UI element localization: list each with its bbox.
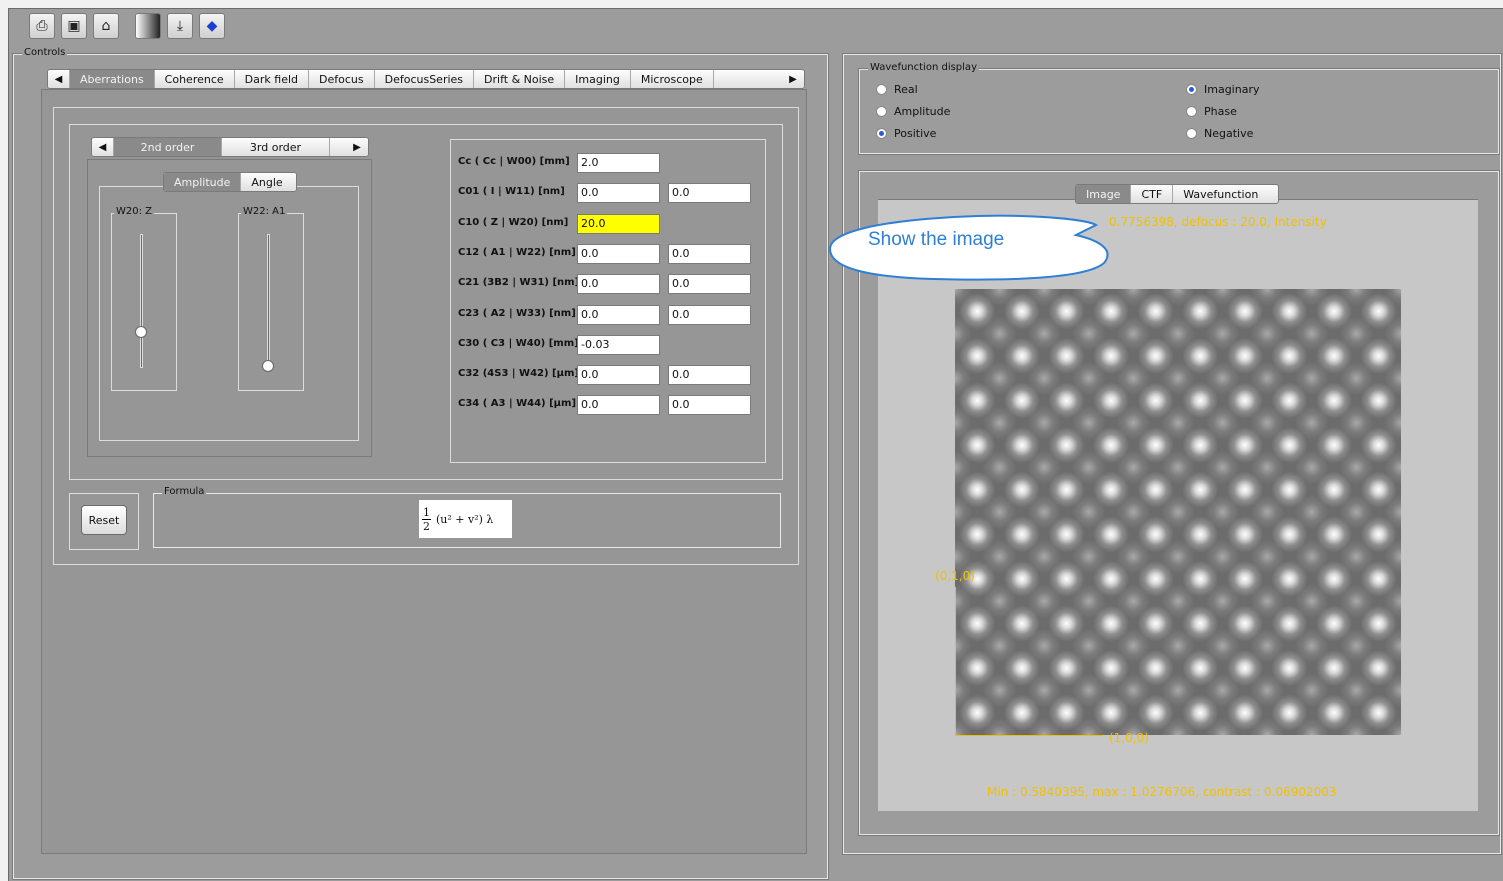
param-field[interactable]: 2.0: [577, 153, 660, 173]
param-label: C10 ( Z | W20) [nm]: [458, 216, 569, 228]
order-left-button[interactable]: ◀: [92, 138, 114, 156]
wavefunction-group: Wavefunction display: [858, 62, 1500, 155]
slider-w20-label: W20: Z: [114, 206, 155, 217]
y-axis-line: [955, 587, 956, 735]
param-field-secondary[interactable]: 0.0: [668, 243, 751, 264]
param-field-secondary[interactable]: 0.0: [668, 395, 751, 416]
slider-w22-label: W22: A1: [241, 206, 288, 217]
param-field[interactable]: 0.0: [577, 243, 660, 264]
param-field[interactable]: 0.0: [577, 395, 660, 416]
param-field[interactable]: -0.03: [577, 334, 660, 355]
tab-imaging[interactable]: Imaging: [565, 70, 631, 88]
tab-image[interactable]: Image: [1076, 185, 1132, 203]
slider-w20-box: W20: Z: [111, 206, 177, 391]
controls-tabs: ◀ Aberrations Coherence Dark field Defoc…: [47, 69, 805, 89]
wavefunction-label: Wavefunction display: [868, 62, 979, 73]
tab-scroll-left-button[interactable]: ◀: [48, 70, 70, 88]
radio-positive-dot: [876, 128, 887, 139]
controls-label: Controls: [22, 47, 68, 58]
radio-negative-dot: [1186, 128, 1197, 139]
slider-w20-track: [140, 234, 143, 368]
tab-ctf[interactable]: CTF: [1131, 185, 1174, 203]
tab-3rd-order[interactable]: 3rd order: [222, 138, 330, 156]
param-field-secondary[interactable]: 0.0: [668, 365, 751, 386]
tab-aberrations[interactable]: Aberrations: [70, 70, 155, 88]
tab-amplitude[interactable]: Amplitude: [164, 173, 242, 191]
radio-phase[interactable]: Phase: [1186, 105, 1237, 118]
folder-open-icon[interactable]: ⌂: [93, 13, 119, 39]
param-field[interactable]: 0.0: [577, 304, 660, 325]
formula-denominator: 2: [423, 519, 430, 533]
image-stats-text: Min : 0.5840395, max : 1.0276706, contra…: [987, 785, 1337, 799]
param-field-secondary[interactable]: 0.0: [668, 274, 751, 295]
param-field[interactable]: 0.0: [577, 365, 660, 386]
radio-amplitude[interactable]: Amplitude: [876, 105, 950, 118]
tab-drift-noise[interactable]: Drift & Noise: [474, 70, 566, 88]
export-icon[interactable]: ⤓: [167, 13, 193, 39]
param-label: C34 ( A3 | W44) [µm]: [458, 398, 577, 410]
y-axis-label: (0,1,0): [935, 569, 975, 583]
radio-real[interactable]: Real: [876, 83, 918, 96]
image-header-text: 0.7756398, defocus : 20.0, Intensity: [1109, 215, 1327, 229]
radio-negative-label: Negative: [1204, 127, 1254, 140]
radio-negative[interactable]: Negative: [1186, 127, 1253, 140]
toolbar: ⎙ ▣ ⌂ ⤓ ◆: [29, 11, 225, 41]
param-field[interactable]: 0.0: [577, 183, 660, 204]
slider-w22-box: W22: A1: [238, 206, 304, 391]
radio-imaginary-dot: [1186, 84, 1197, 95]
reset-button[interactable]: Reset: [81, 505, 127, 535]
tab-scroll-right-button[interactable]: ▶: [782, 70, 804, 88]
printer-icon[interactable]: ⎙: [29, 13, 55, 39]
param-label: C30 ( C3 | W40) [mm]: [458, 337, 579, 349]
param-field[interactable]: 0.0: [577, 274, 660, 295]
tab-coherence[interactable]: Coherence: [155, 70, 235, 88]
param-label: C12 ( A1 | W22) [nm]: [458, 246, 576, 258]
simulated-image: [955, 289, 1401, 735]
formula-numerator: 1: [423, 505, 430, 519]
app-window: ⎙ ▣ ⌂ ⤓ ◆ Controls ◀ Aberrations Coheren…: [8, 8, 1503, 881]
tab-defocus[interactable]: Defocus: [309, 70, 375, 88]
param-field-secondary[interactable]: 0.0: [668, 183, 751, 204]
order-right-button[interactable]: ▶: [346, 138, 368, 156]
param-label: Cc ( Cc | W00) [mm]: [458, 156, 570, 167]
radio-amplitude-label: Amplitude: [894, 105, 951, 118]
tab-microscope[interactable]: Microscope: [631, 70, 714, 88]
tab-defocus-series[interactable]: DefocusSeries: [375, 70, 475, 88]
tab-2nd-order[interactable]: 2nd order: [114, 138, 222, 156]
param-label: C23 ( A2 | W33) [nm]: [458, 307, 576, 319]
slider-w22-track: [267, 234, 270, 368]
slider-w20-handle[interactable]: [135, 326, 147, 338]
radio-imaginary-label: Imaginary: [1204, 83, 1260, 96]
param-label: C01 ( I | W11) [nm]: [458, 186, 565, 198]
radio-amplitude-dot: [876, 106, 887, 117]
radio-phase-dot: [1186, 106, 1197, 117]
slider-w22-handle[interactable]: [262, 360, 274, 372]
radio-positive-label: Positive: [894, 127, 937, 140]
param-label: C21 (3B2 | W31) [nm]: [458, 277, 580, 289]
tab-dark-field[interactable]: Dark field: [235, 70, 310, 88]
param-field-secondary[interactable]: 0.0: [668, 304, 751, 325]
book-icon[interactable]: ◆: [199, 13, 225, 39]
mode-tabs: Amplitude Angle: [163, 172, 297, 192]
param-label: C32 (4S3 | W42) [µm]: [458, 368, 579, 380]
radio-real-dot: [876, 84, 887, 95]
formula-body: (u² + v²) λ: [436, 512, 494, 526]
radio-imaginary[interactable]: Imaginary: [1186, 83, 1259, 96]
tab-wavefunction[interactable]: Wavefunction: [1173, 185, 1268, 203]
x-axis-label: (1,0,0): [1109, 731, 1149, 745]
tab-angle[interactable]: Angle: [241, 173, 292, 191]
callout-text: Show the image: [868, 229, 1005, 250]
gradient-icon[interactable]: [135, 13, 161, 39]
order-tabs: ◀ 2nd order 3rd order ▶: [91, 137, 369, 157]
save-icon[interactable]: ▣: [61, 13, 87, 39]
view-tabs: Image CTF Wavefunction: [1075, 184, 1279, 204]
radio-real-label: Real: [894, 83, 918, 96]
radio-positive[interactable]: Positive: [876, 127, 936, 140]
param-field[interactable]: 20.0: [577, 213, 660, 234]
x-axis-line: [955, 735, 1103, 736]
formula-display: 1 2 (u² + v²) λ: [419, 500, 512, 538]
radio-phase-label: Phase: [1204, 105, 1237, 118]
formula-label: Formula: [162, 486, 207, 497]
